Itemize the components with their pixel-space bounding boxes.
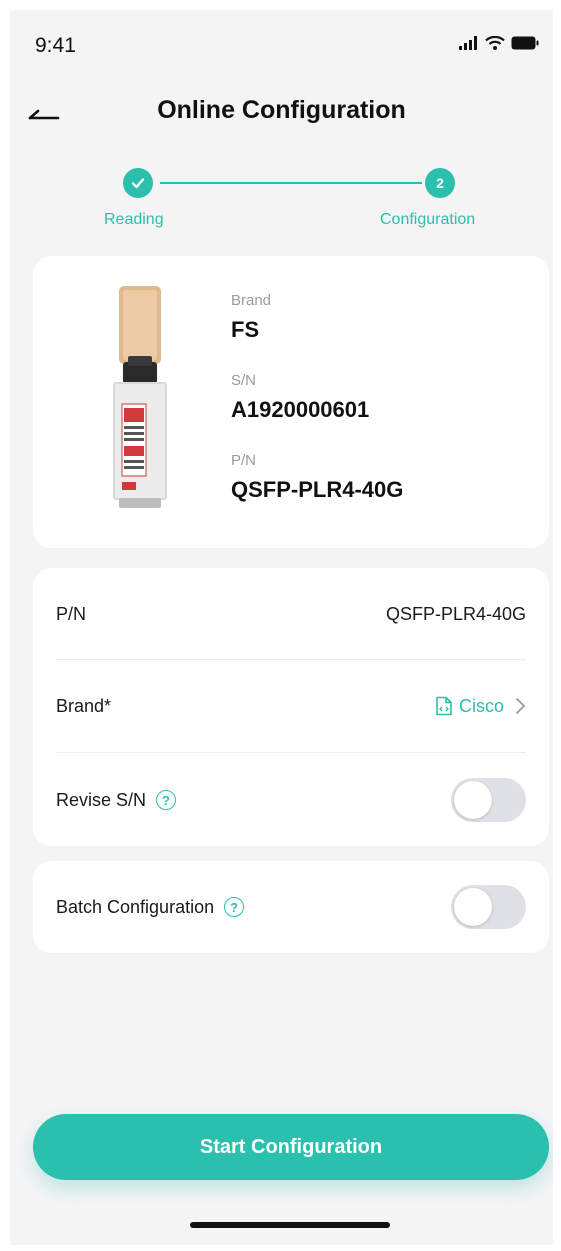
signal-icon	[459, 36, 477, 50]
help-icon[interactable]: ?	[224, 897, 245, 917]
wifi-icon	[485, 36, 505, 50]
sn-label: S/N	[231, 372, 257, 389]
status-bar: 9:41	[10, 10, 553, 70]
brand-value: FS	[231, 317, 260, 342]
revise-sn-label: Revise S/N	[56, 789, 147, 810]
batch-label-group: Batch Configuration ?	[56, 896, 245, 918]
toggle-knob	[454, 781, 492, 819]
toggle-knob	[454, 888, 492, 926]
pn-label: P/N	[231, 452, 257, 469]
transceiver-image	[113, 286, 167, 508]
stepper: 2 Reading Configuration	[10, 168, 553, 238]
brand-row-label: Brand*	[56, 695, 112, 716]
help-icon[interactable]: ?	[156, 790, 177, 810]
pn-row-label: P/N	[56, 603, 87, 624]
brand-info: Brand FS	[231, 292, 271, 343]
battery-icon	[511, 36, 539, 50]
step-configuration-marker: 2	[425, 168, 455, 198]
start-configuration-button[interactable]: Start Configuration	[33, 1114, 549, 1180]
step-connector	[160, 182, 422, 184]
revise-sn-label-group: Revise S/N ?	[56, 789, 177, 811]
batch-label: Batch Configuration	[56, 896, 215, 917]
pn-row: P/N QSFP-PLR4-40G	[56, 568, 526, 660]
page-title: Online Configuration	[157, 96, 406, 124]
brand-row-value: Cisco	[458, 695, 504, 716]
checkmark-icon	[131, 178, 145, 189]
screen: 9:41 Online Configuration 2 Reading Conf…	[10, 10, 553, 1245]
status-time: 9:41	[35, 34, 76, 57]
batch-card: Batch Configuration ?	[33, 861, 549, 953]
home-indicator	[190, 1222, 390, 1228]
step-reading-label: Reading	[104, 211, 164, 228]
sn-info: S/N A1920000601	[231, 372, 369, 423]
chevron-right-icon	[516, 698, 526, 714]
status-icons	[459, 36, 539, 50]
step-configuration-label: Configuration	[380, 211, 476, 228]
pn-value: QSFP-PLR4-40G	[231, 477, 404, 502]
sn-value: A1920000601	[231, 397, 370, 422]
brand-selector[interactable]: Cisco	[435, 696, 526, 717]
pn-row-value: QSFP-PLR4-40G	[385, 603, 526, 624]
document-icon	[436, 696, 452, 716]
step-reading-marker	[123, 168, 153, 198]
settings-card: P/N QSFP-PLR4-40G Brand* Cisco Revise S/…	[33, 568, 549, 846]
pn-info: P/N QSFP-PLR4-40G	[231, 452, 403, 503]
divider	[56, 752, 526, 753]
revise-sn-row: Revise S/N ?	[56, 754, 526, 846]
brand-label: Brand	[231, 292, 272, 309]
revise-sn-toggle[interactable]	[451, 778, 526, 822]
batch-toggle[interactable]	[451, 885, 526, 929]
product-card: Brand FS S/N A1920000601 P/N QSFP-PLR4-4…	[33, 256, 549, 548]
batch-row: Batch Configuration ?	[56, 861, 526, 953]
brand-row[interactable]: Brand* Cisco	[56, 660, 526, 752]
